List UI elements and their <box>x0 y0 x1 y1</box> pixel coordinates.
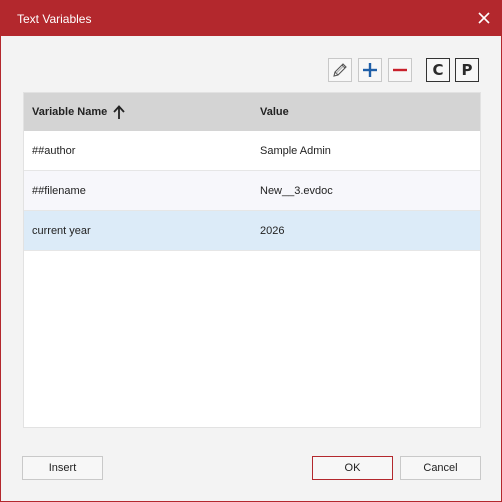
column-header-variable-name[interactable]: Variable Name <box>32 105 107 119</box>
variable-value-cell: New__3.evdoc <box>260 185 333 197</box>
variable-name-cell: ##author <box>32 145 76 157</box>
paste-button[interactable]: P <box>455 58 479 82</box>
plus-icon <box>363 63 377 77</box>
insert-button[interactable]: Insert <box>22 456 103 480</box>
text-variables-dialog: Text Variables C P Variable Name Value #… <box>0 0 502 502</box>
table-row[interactable]: ##author Sample Admin <box>24 131 480 171</box>
pencil-icon <box>333 63 347 77</box>
variable-name-cell: current year <box>32 225 91 237</box>
arrow-up-icon[interactable] <box>112 104 126 120</box>
dialog-title: Text Variables <box>17 12 92 26</box>
variable-value-cell: 2026 <box>260 225 285 237</box>
column-header-value[interactable]: Value <box>260 105 289 119</box>
table-row-selected[interactable]: current year 2026 <box>24 211 480 251</box>
table-header: Variable Name Value <box>24 93 480 131</box>
minus-icon <box>393 68 407 72</box>
edit-variable-button[interactable] <box>328 58 352 82</box>
table-row[interactable]: ##filename New__3.evdoc <box>24 171 480 211</box>
remove-variable-button[interactable] <box>388 58 412 82</box>
close-icon <box>478 12 490 24</box>
variable-value-cell: Sample Admin <box>260 145 331 157</box>
ok-button[interactable]: OK <box>312 456 393 480</box>
close-button[interactable] <box>473 7 495 29</box>
cancel-button[interactable]: Cancel <box>400 456 481 480</box>
variable-name-cell: ##filename <box>32 185 86 197</box>
title-bar: Text Variables <box>1 1 501 36</box>
copy-button[interactable]: C <box>426 58 450 82</box>
variables-table: Variable Name Value ##author Sample Admi… <box>23 92 481 428</box>
add-variable-button[interactable] <box>358 58 382 82</box>
toolbar: C P <box>1 58 501 84</box>
